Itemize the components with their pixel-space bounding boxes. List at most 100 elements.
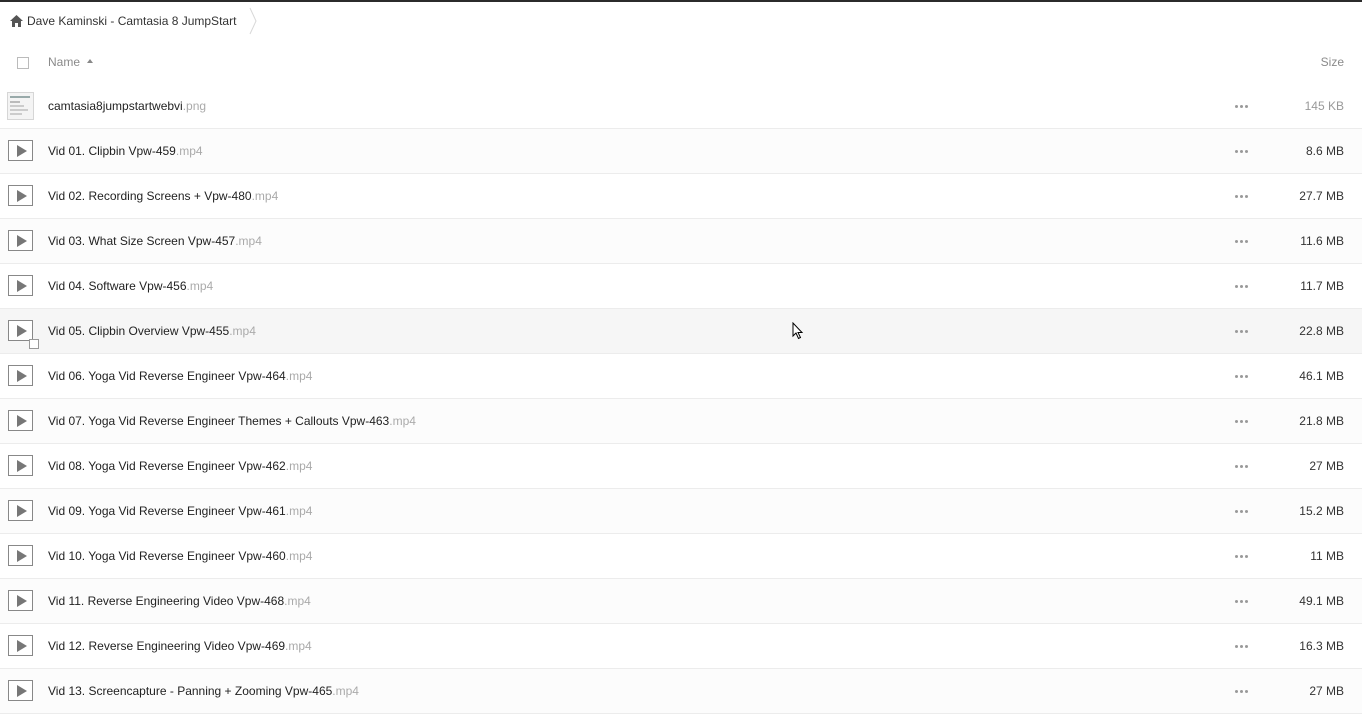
- file-row[interactable]: Vid 06. Yoga Vid Reverse Engineer Vpw-46…: [0, 354, 1362, 399]
- video-file-icon: [8, 140, 33, 161]
- video-file-icon: [8, 275, 33, 296]
- more-options-icon[interactable]: [1235, 285, 1249, 288]
- file-basename: camtasia8jumpstartwebvi: [48, 99, 183, 113]
- file-row[interactable]: Vid 12. Reverse Engineering Video Vpw-46…: [0, 624, 1362, 669]
- file-name[interactable]: Vid 09. Yoga Vid Reverse Engineer Vpw-46…: [48, 504, 312, 518]
- file-basename: Vid 12. Reverse Engineering Video Vpw-46…: [48, 639, 286, 653]
- file-name[interactable]: Vid 01. Clipbin Vpw-459.mp4: [48, 144, 203, 158]
- file-extension: .mp4: [285, 459, 313, 473]
- file-size: 16.3 MB: [1299, 639, 1344, 653]
- more-options-icon[interactable]: [1235, 510, 1249, 513]
- more-options-icon[interactable]: [1235, 420, 1249, 423]
- sort-ascending-icon[interactable]: [87, 59, 93, 63]
- file-extension: .mp4: [332, 684, 359, 698]
- breadcrumb-folder[interactable]: Dave Kaminski - Camtasia 8 JumpStart: [27, 14, 236, 28]
- image-thumbnail-icon: [7, 92, 34, 120]
- select-all-checkbox[interactable]: [17, 57, 29, 69]
- file-basename: Vid 03. What Size Screen Vpw-457: [48, 234, 236, 248]
- file-basename: Vid 09. Yoga Vid Reverse Engineer Vpw-46…: [48, 504, 286, 518]
- video-file-icon: [8, 410, 33, 431]
- size-column-header[interactable]: Size: [1321, 55, 1344, 69]
- video-file-icon: [8, 185, 33, 206]
- breadcrumb-separator-icon: [249, 7, 257, 35]
- file-name[interactable]: Vid 12. Reverse Engineering Video Vpw-46…: [48, 639, 312, 653]
- file-name[interactable]: Vid 08. Yoga Vid Reverse Engineer Vpw-46…: [48, 459, 312, 473]
- file-size: 11.6 MB: [1300, 234, 1344, 248]
- video-file-icon: [8, 365, 33, 386]
- file-extension: .mp4: [251, 189, 279, 203]
- file-name[interactable]: Vid 05. Clipbin Overview Vpw-455.mp4: [48, 324, 256, 338]
- file-row[interactable]: Vid 04. Software Vpw-456.mp4 11.7 MB: [0, 264, 1362, 309]
- file-row[interactable]: Vid 08. Yoga Vid Reverse Engineer Vpw-46…: [0, 444, 1362, 489]
- more-options-icon[interactable]: [1235, 240, 1249, 243]
- file-size: 27 MB: [1309, 459, 1344, 473]
- file-extension: .mp4: [235, 234, 262, 248]
- file-row[interactable]: Vid 01. Clipbin Vpw-459.mp4 8.6 MB: [0, 129, 1362, 174]
- file-name[interactable]: Vid 04. Software Vpw-456.mp4: [48, 279, 213, 293]
- file-size: 49.1 MB: [1299, 594, 1344, 608]
- file-name[interactable]: Vid 11. Reverse Engineering Video Vpw-46…: [48, 594, 311, 608]
- file-extension: .mp4: [284, 594, 311, 608]
- file-size: 21.8 MB: [1299, 414, 1344, 428]
- more-options-icon[interactable]: [1235, 555, 1249, 558]
- more-options-icon[interactable]: [1235, 195, 1249, 198]
- file-extension: .mp4: [389, 414, 416, 428]
- file-row[interactable]: Vid 10. Yoga Vid Reverse Engineer Vpw-46…: [0, 534, 1362, 579]
- video-file-icon: [8, 230, 33, 251]
- file-extension: .mp4: [229, 324, 256, 338]
- file-basename: Vid 11. Reverse Engineering Video Vpw-46…: [48, 594, 285, 608]
- file-name[interactable]: Vid 13. Screencapture - Panning + Zoomin…: [48, 684, 359, 698]
- row-checkbox[interactable]: [29, 339, 39, 349]
- file-row[interactable]: Vid 13. Screencapture - Panning + Zoomin…: [0, 669, 1362, 714]
- file-list-header: Name Size: [0, 40, 1362, 85]
- file-row[interactable]: camtasia8jumpstartwebvi.png 145 KB: [0, 84, 1362, 129]
- video-file-icon: [8, 680, 33, 701]
- breadcrumb: Dave Kaminski - Camtasia 8 JumpStart: [0, 2, 1362, 40]
- file-name[interactable]: camtasia8jumpstartwebvi.png: [48, 99, 206, 113]
- more-options-icon[interactable]: [1235, 375, 1249, 378]
- file-row[interactable]: Vid 03. What Size Screen Vpw-457.mp4 11.6…: [0, 219, 1362, 264]
- file-basename: Vid 10. Yoga Vid Reverse Engineer Vpw-46…: [48, 549, 286, 563]
- file-row[interactable]: Vid 11. Reverse Engineering Video Vpw-46…: [0, 579, 1362, 624]
- more-options-icon[interactable]: [1235, 465, 1249, 468]
- file-row[interactable]: Vid 07. Yoga Vid Reverse Engineer Themes…: [0, 399, 1362, 444]
- file-extension: .png: [182, 99, 207, 113]
- file-size: 11 MB: [1310, 549, 1344, 563]
- file-name[interactable]: Vid 03. What Size Screen Vpw-457.mp4: [48, 234, 262, 248]
- file-size: 145 KB: [1304, 99, 1344, 113]
- more-options-icon[interactable]: [1235, 150, 1249, 153]
- file-basename: Vid 13. Screencapture - Panning + Zoomin…: [48, 684, 333, 698]
- file-basename: Vid 02. Recording Screens + Vpw-480: [48, 189, 252, 203]
- file-row[interactable]: Vid 02. Recording Screens + Vpw-480.mp4 2…: [0, 174, 1362, 219]
- more-options-icon[interactable]: [1235, 330, 1249, 333]
- file-size: 27.7 MB: [1299, 189, 1344, 203]
- more-options-icon[interactable]: [1235, 645, 1249, 648]
- file-name[interactable]: Vid 10. Yoga Vid Reverse Engineer Vpw-46…: [48, 549, 312, 563]
- file-size: 22.8 MB: [1299, 324, 1344, 338]
- video-file-icon: [8, 590, 33, 611]
- file-size: 27 MB: [1309, 684, 1344, 698]
- video-file-icon: [8, 320, 33, 341]
- home-icon[interactable]: [10, 15, 23, 27]
- video-file-icon: [8, 545, 33, 566]
- more-options-icon[interactable]: [1235, 105, 1249, 108]
- file-extension: .mp4: [285, 549, 313, 563]
- file-basename: Vid 08. Yoga Vid Reverse Engineer Vpw-46…: [48, 459, 286, 473]
- file-extension: .mp4: [186, 279, 214, 293]
- file-size: 46.1 MB: [1299, 369, 1344, 383]
- more-options-icon[interactable]: [1235, 600, 1249, 603]
- file-name[interactable]: Vid 07. Yoga Vid Reverse Engineer Themes…: [48, 414, 416, 428]
- file-row[interactable]: Vid 09. Yoga Vid Reverse Engineer Vpw-46…: [0, 489, 1362, 534]
- name-column-header[interactable]: Name: [48, 55, 80, 69]
- file-row[interactable]: Vid 05. Clipbin Overview Vpw-455.mp4 22.8…: [0, 309, 1362, 354]
- file-size: 11.7 MB: [1300, 279, 1344, 293]
- file-name[interactable]: Vid 02. Recording Screens + Vpw-480.mp4: [48, 189, 278, 203]
- video-file-icon: [8, 635, 33, 656]
- file-extension: .mp4: [285, 504, 313, 518]
- more-options-icon[interactable]: [1235, 690, 1249, 693]
- file-name[interactable]: Vid 06. Yoga Vid Reverse Engineer Vpw-46…: [48, 369, 312, 383]
- mouse-cursor-icon: [792, 322, 804, 340]
- file-basename: Vid 04. Software Vpw-456: [48, 279, 187, 293]
- file-size: 15.2 MB: [1299, 504, 1344, 518]
- file-size: 8.6 MB: [1305, 144, 1344, 158]
